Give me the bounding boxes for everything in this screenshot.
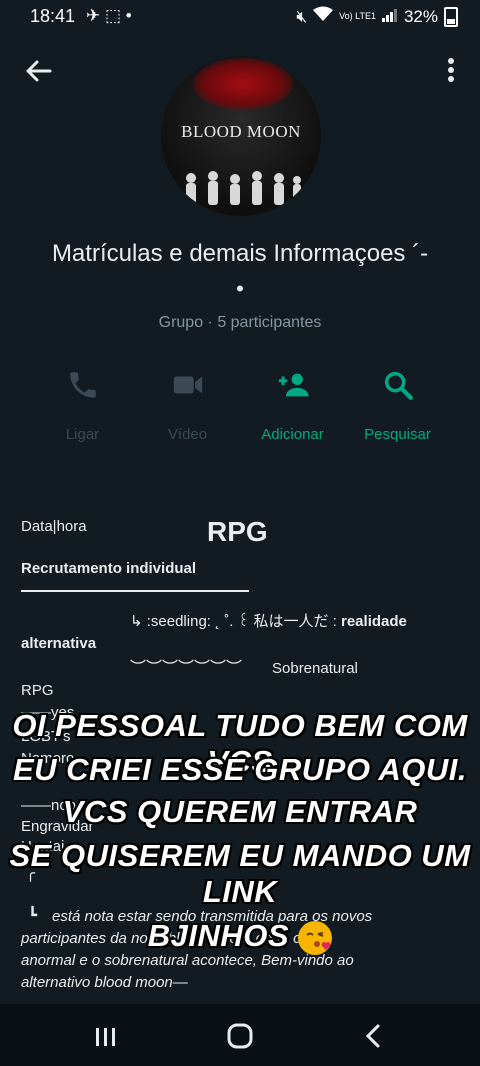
system-nav-bar xyxy=(0,1004,480,1066)
action-bar: Ligar Vídeo Adicionar Pesquisar xyxy=(30,364,450,454)
notification-icons: ✈ ⬚ • xyxy=(86,6,132,25)
caption-bjinhos: BJINHOS xyxy=(147,918,290,953)
desc-sobrenatural: Sobrenatural xyxy=(272,660,358,677)
recents-icon xyxy=(96,1028,115,1046)
wifi-icon xyxy=(313,6,334,27)
status-right: 🔇︎ Vo) LTE1 32% xyxy=(296,6,458,27)
caption-line-3: VCS QUEREM ENTRAR xyxy=(62,794,418,829)
desc-rule xyxy=(21,590,249,592)
back-arrow-icon xyxy=(26,60,52,82)
group-subtitle: Grupo · 5 participantes xyxy=(158,314,322,331)
phone-icon xyxy=(70,372,96,398)
desc-wave: ︶︶︶︶︶︶︶ xyxy=(130,660,243,677)
desc-seedling: ↳ :seedling: ˛ ˚. ꒰ 私は一人だ : realidade xyxy=(130,613,407,630)
desc-rpg: RPG xyxy=(21,682,54,699)
caption-line-5: BJINHOS xyxy=(0,918,480,955)
caption-line-2: EU CRIEI ESSE GRUPO AQUI. xyxy=(12,752,468,787)
status-time: 18:41 xyxy=(30,6,76,26)
video-label: Vídeo xyxy=(167,426,208,443)
group-title-dot: • xyxy=(236,276,244,301)
system-back-button[interactable] xyxy=(354,1020,394,1052)
blood-moon-glow xyxy=(193,58,293,110)
video-icon xyxy=(173,376,203,394)
battery-icon xyxy=(444,6,458,27)
battery-percent: 32% xyxy=(403,6,438,26)
search-button[interactable]: Pesquisar xyxy=(345,364,450,454)
desc-heading: RPG xyxy=(207,516,268,547)
search-icon xyxy=(384,371,413,400)
chevron-left-icon xyxy=(365,1024,380,1048)
video-button[interactable]: Vídeo xyxy=(135,364,240,454)
caption-line-4: SE QUISEREM EU MANDO UM LINK xyxy=(9,838,471,909)
home-icon xyxy=(227,1023,253,1049)
desc-para4: alternativo blood moon— xyxy=(21,974,188,991)
desc-datahora: Data|hora xyxy=(21,518,87,535)
add-label: Adicionar xyxy=(261,426,324,443)
more-options-button[interactable] xyxy=(440,56,462,86)
group-info-header: BLOOD MOON Matrículas e demais Informaço… xyxy=(0,34,480,474)
add-person-icon xyxy=(278,373,309,397)
kiss-emoji-icon xyxy=(298,920,333,955)
group-title[interactable]: Matrículas e demais Informaçoes ´- xyxy=(0,240,480,268)
add-participant-button[interactable]: Adicionar xyxy=(240,364,345,454)
avatar-text: BLOOD MOON xyxy=(181,122,301,141)
back-button[interactable] xyxy=(20,54,56,90)
desc-alternativa: alternativa xyxy=(21,635,97,652)
home-button[interactable] xyxy=(220,1020,260,1052)
desc-recruit: Recrutamento individual xyxy=(21,560,197,577)
call-label: Ligar xyxy=(65,426,100,443)
group-avatar[interactable]: BLOOD MOON xyxy=(161,56,321,216)
mute-icon: 🔇︎ xyxy=(296,6,308,26)
search-label: Pesquisar xyxy=(364,426,431,443)
more-vert-icon xyxy=(448,58,454,82)
network-label: Vo) LTE1 xyxy=(339,11,376,21)
call-button[interactable]: Ligar xyxy=(30,364,135,454)
recent-apps-button[interactable] xyxy=(86,1020,126,1052)
status-bar: 18:41 ✈ ⬚ • 🔇︎ Vo) LTE1 32% xyxy=(0,0,480,34)
signal-icon xyxy=(381,7,398,27)
figures-image xyxy=(186,171,301,205)
